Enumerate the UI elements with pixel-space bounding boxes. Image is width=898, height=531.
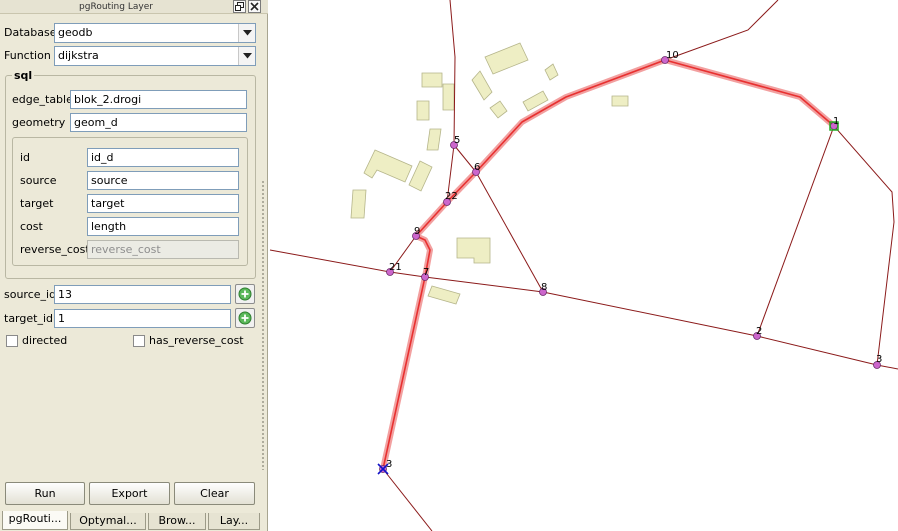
building (350, 189, 367, 219)
map-svg: 10 5 6 22 9 21 7 8 2 3 1 3 (269, 0, 898, 531)
node-label: 8 (541, 282, 547, 293)
node-9[interactable]: 9 (412, 226, 421, 240)
tab-layers[interactable]: Lay... (208, 513, 260, 530)
building (544, 63, 559, 81)
node-label: 3 (386, 459, 392, 470)
building (442, 83, 455, 111)
source-id-label: source_id (4, 288, 57, 301)
building (408, 160, 433, 192)
road (382, 468, 433, 531)
node-8[interactable]: 8 (539, 282, 548, 296)
shortest-route (382, 59, 835, 470)
pgrouting-dock-panel: pgRouting Layer Database geodb Function … (0, 0, 268, 531)
plus-circle-icon (238, 287, 252, 301)
id-label: id (20, 151, 31, 164)
function-label: Function (4, 49, 51, 62)
node-label: 10 (666, 50, 679, 61)
building (416, 100, 430, 121)
node-label: 2 (756, 326, 762, 337)
cost-input[interactable]: length (87, 217, 239, 236)
target-input[interactable]: target (87, 194, 239, 213)
source-node-13[interactable]: 3 (377, 459, 392, 475)
reverse-cost-label: reverse_cost (20, 243, 90, 256)
map-canvas[interactable]: 10 5 6 22 9 21 7 8 2 3 1 3 (269, 0, 898, 531)
database-label: Database (4, 26, 57, 39)
edge-table-input[interactable]: blok_2.drogi (70, 90, 247, 109)
node-label: 9 (414, 226, 420, 237)
function-value: dijkstra (58, 49, 99, 62)
route-halo (380, 57, 836, 470)
building (426, 128, 442, 151)
plus-circle-icon (238, 311, 252, 325)
node-label: 5 (454, 135, 460, 146)
target-id-input[interactable]: 1 (54, 309, 231, 328)
node-label: 3 (876, 354, 882, 365)
node-label: 21 (389, 262, 402, 273)
tab-pgrouting[interactable]: pgRouti... (2, 511, 68, 530)
target-id-label: target_id (4, 312, 53, 325)
directed-checkbox[interactable] (6, 335, 18, 347)
node-label: 1 (833, 116, 839, 127)
database-select[interactable]: geodb (54, 23, 256, 43)
building (611, 95, 629, 107)
building (456, 237, 491, 264)
tab-browser[interactable]: Brow... (148, 513, 206, 530)
road (453, 144, 477, 173)
cost-label: cost (20, 220, 43, 233)
geometry-input[interactable]: geom_d (70, 113, 247, 132)
geometry-label: geometry (12, 116, 66, 129)
source-input[interactable]: source (87, 171, 239, 190)
target-label: target (20, 197, 54, 210)
node-label: 22 (445, 191, 458, 202)
source-label: source (20, 174, 57, 187)
node-5[interactable]: 5 (450, 135, 461, 149)
close-icon[interactable] (248, 0, 261, 13)
clear-button[interactable]: Clear (174, 482, 255, 505)
edge-table-label: edge_table (12, 93, 73, 106)
road (756, 125, 835, 337)
node-6[interactable]: 6 (472, 162, 481, 176)
source-id-input[interactable]: 13 (54, 285, 231, 304)
node-label: 7 (423, 267, 429, 278)
road (475, 171, 544, 293)
run-button[interactable]: Run (5, 482, 85, 505)
node-3[interactable]: 3 (873, 354, 883, 369)
pick-target-button[interactable] (235, 308, 255, 328)
export-button[interactable]: Export (89, 482, 170, 505)
database-value: geodb (58, 26, 93, 39)
building (489, 100, 508, 119)
road-layer (269, 0, 898, 531)
id-input[interactable]: id_d (87, 148, 239, 167)
nodes-layer: 10 5 6 22 9 21 7 8 2 3 1 3 (377, 50, 883, 475)
dock-tabs: pgRouti... Optymal... Brow... Lay... (0, 511, 268, 531)
has-reverse-cost-label: has_reverse_cost (149, 334, 244, 347)
pick-source-button[interactable] (235, 284, 255, 304)
tab-optymal[interactable]: Optymal... (70, 513, 146, 530)
float-window-icon[interactable] (233, 0, 246, 13)
reverse-cost-input[interactable]: reverse_cost (87, 240, 239, 259)
dock-resize-grip[interactable] (261, 180, 265, 470)
road (269, 249, 898, 370)
node-22[interactable]: 22 (443, 191, 458, 206)
node-7[interactable]: 7 (421, 267, 430, 281)
building (363, 149, 413, 183)
road (664, 0, 779, 61)
function-select[interactable]: dijkstra (54, 46, 256, 66)
road (833, 125, 895, 366)
building (421, 72, 443, 88)
building (471, 70, 493, 101)
dock-title-bar[interactable]: pgRouting Layer (0, 0, 268, 14)
chevron-down-icon[interactable] (238, 47, 255, 65)
chevron-down-icon[interactable] (238, 24, 255, 42)
has-reverse-cost-checkbox[interactable] (133, 335, 145, 347)
directed-label: directed (22, 334, 68, 347)
building (427, 285, 461, 305)
building (484, 42, 529, 75)
dock-title: pgRouting Layer (79, 2, 153, 12)
sql-group-title: sql (12, 69, 35, 82)
node-label: 6 (474, 162, 480, 173)
